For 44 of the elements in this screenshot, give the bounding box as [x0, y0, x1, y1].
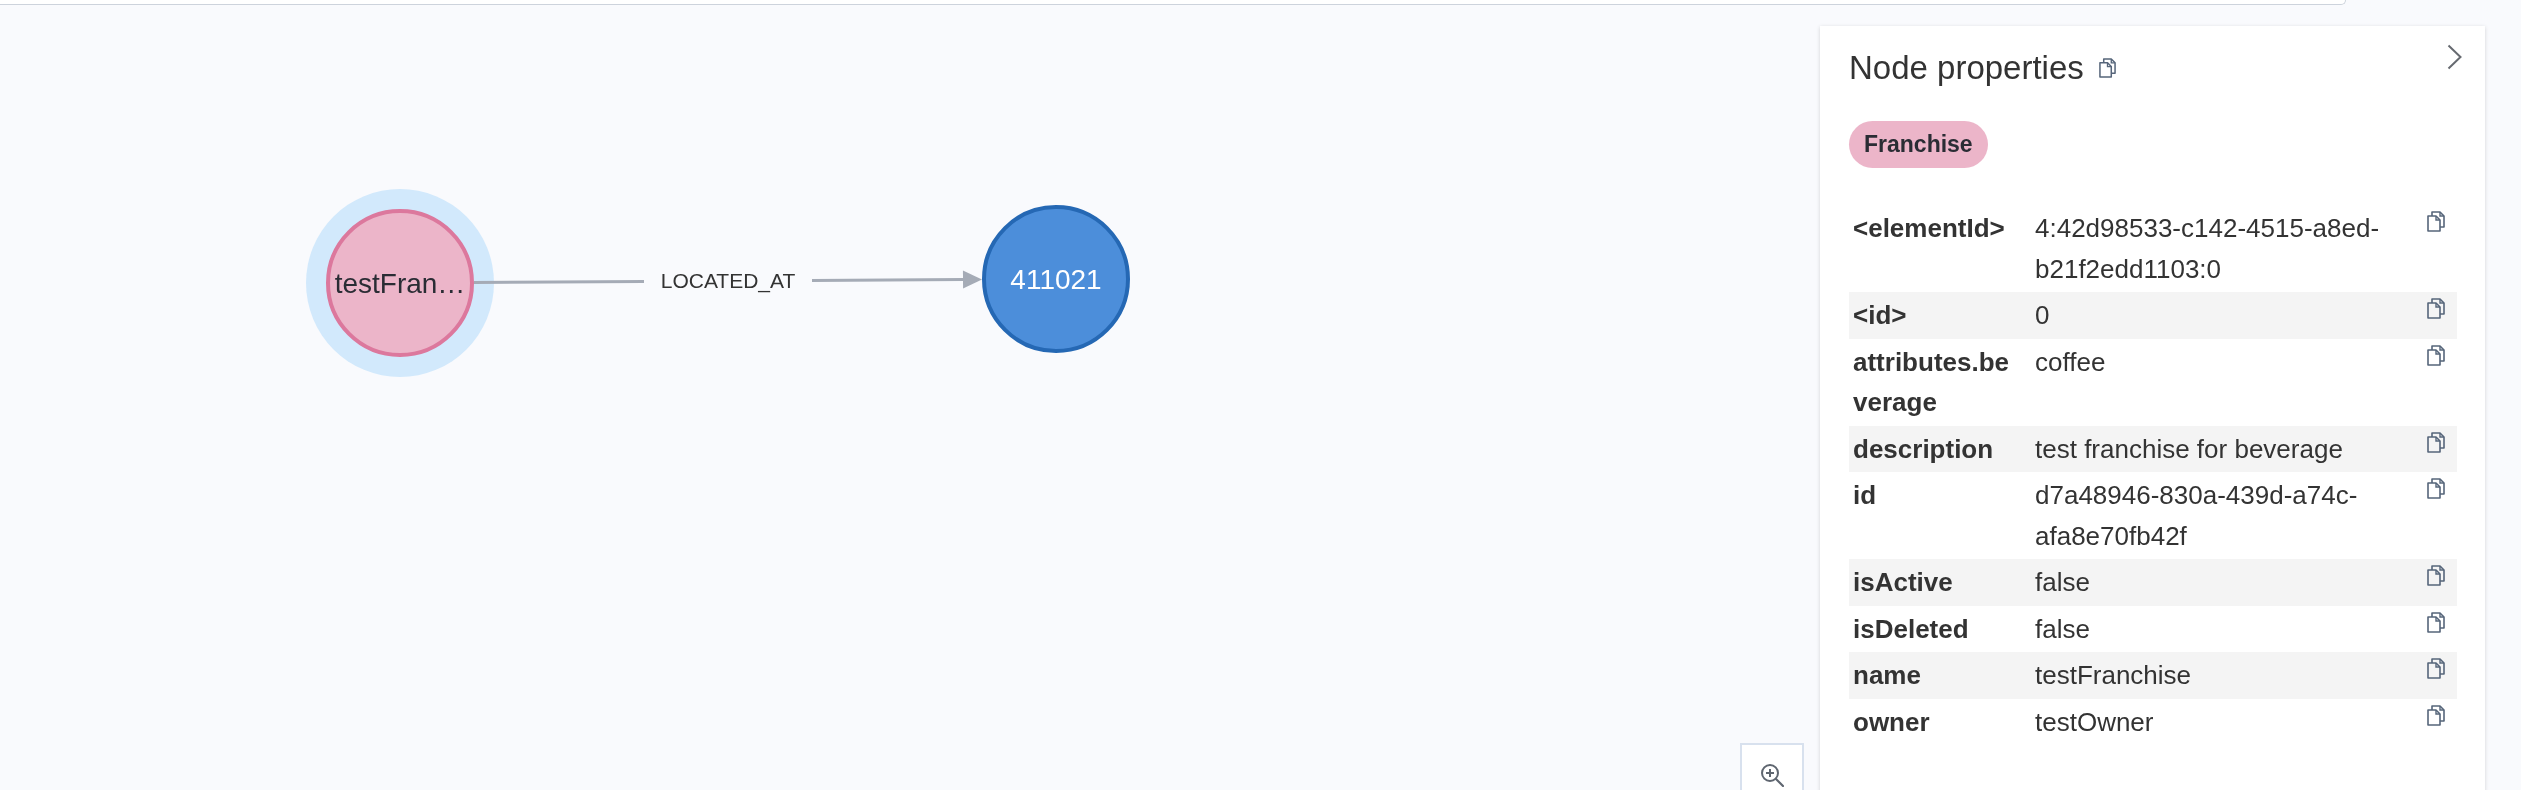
- property-key: isDeleted: [1853, 613, 1969, 644]
- chevron-right-icon: [2447, 44, 2462, 70]
- copy-icon: [2427, 611, 2445, 633]
- panel-title: Node properties: [1849, 48, 2084, 88]
- relationship-label: LOCATED_AT: [660, 269, 796, 292]
- copy-button[interactable]: [2427, 704, 2445, 726]
- property-value: 0: [2035, 300, 2050, 330]
- property-key: owner: [1853, 706, 1930, 737]
- copy-button[interactable]: [2427, 478, 2445, 499]
- property-value: coffee: [2035, 346, 2106, 377]
- copy-button[interactable]: [2427, 431, 2445, 453]
- property-key: description: [1853, 433, 1994, 464]
- graph-node[interactable]: testFran…: [306, 189, 494, 377]
- label-badge[interactable]: Franchise: [1849, 121, 1988, 168]
- collapse-button[interactable]: [2447, 44, 2462, 70]
- zoom-in-icon: [1760, 763, 1784, 787]
- copy-button[interactable]: [2098, 58, 2116, 78]
- property-key: name: [1853, 660, 1921, 690]
- property-value: false: [2035, 613, 2090, 644]
- property-key: <id>: [1853, 300, 1907, 330]
- copy-icon: [2427, 211, 2445, 232]
- property-value: 4:42d98533-c142-4515-a8ed-b21f2edd1103:0: [2035, 213, 2380, 284]
- copy-icon: [2427, 658, 2445, 679]
- copy-button[interactable]: [2427, 565, 2445, 586]
- copy-button[interactable]: [2427, 344, 2445, 366]
- property-key: isActive: [1853, 567, 1953, 597]
- copy-icon: [2427, 344, 2445, 366]
- copy-button[interactable]: [2427, 298, 2445, 319]
- property-key: id: [1853, 480, 1877, 510]
- property-value: test franchise for beverage: [2035, 433, 2343, 464]
- copy-button[interactable]: [2427, 211, 2445, 232]
- copy-button[interactable]: [2427, 611, 2445, 633]
- copy-icon: [2427, 478, 2445, 499]
- property-value: testFranchise: [2035, 660, 2192, 690]
- copy-icon: [2427, 565, 2445, 586]
- property-value: false: [2035, 567, 2090, 597]
- property-key: <elementId>: [1853, 213, 2005, 243]
- copy-icon: [2427, 704, 2445, 726]
- copy-icon: [2098, 58, 2116, 78]
- copy-button[interactable]: [2427, 658, 2445, 679]
- copy-icon: [2427, 431, 2445, 453]
- property-value: testOwner: [2035, 706, 2154, 737]
- copy-icon: [2427, 298, 2445, 319]
- zoom-in-button[interactable]: [1740, 743, 1804, 790]
